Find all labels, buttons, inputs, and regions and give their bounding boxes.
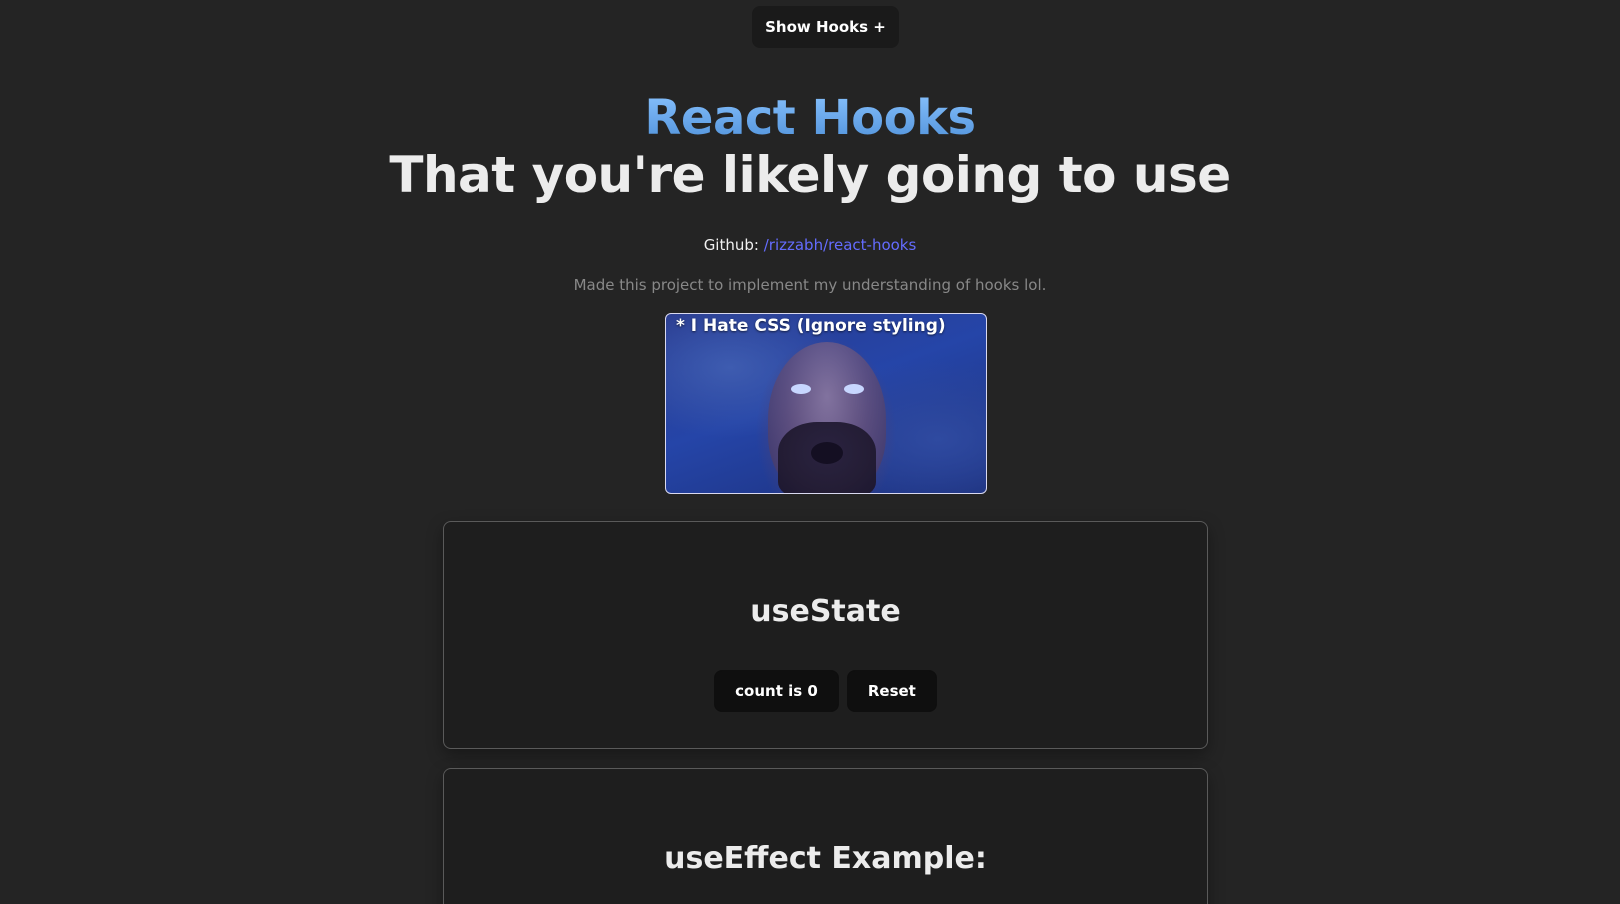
hero: React Hooks That you're likely going to …	[0, 88, 1620, 206]
github-line: Github: /rizzabh/react-hooks	[0, 236, 1620, 254]
page: Show Hooks + React Hooks That you're lik…	[0, 0, 1620, 904]
page-subtitle: That you're likely going to use	[389, 146, 1231, 204]
meme-eye-right	[844, 384, 864, 394]
show-hooks-button[interactable]: Show Hooks +	[752, 6, 899, 48]
reset-button[interactable]: Reset	[846, 670, 937, 712]
project-description: Made this project to implement my unders…	[573, 276, 1047, 294]
meme-image: * I Hate CSS (Ignore styling)	[665, 313, 987, 494]
useeffect-card: useEffect Example:	[443, 768, 1208, 904]
count-button[interactable]: count is 0	[714, 670, 839, 712]
usestate-card: useState count is 0 Reset	[443, 521, 1208, 749]
github-link[interactable]: /rizzabh/react-hooks	[764, 236, 917, 254]
meme-caption: * I Hate CSS (Ignore styling)	[676, 316, 946, 336]
meme-mouth-shape	[811, 442, 843, 464]
meme-eye-left	[791, 384, 811, 394]
usestate-buttons: count is 0 Reset	[444, 670, 1207, 712]
usestate-title: useState	[750, 594, 901, 629]
useeffect-title: useEffect Example:	[664, 841, 987, 876]
github-label: Github:	[703, 236, 759, 254]
page-title: React Hooks	[0, 88, 1620, 148]
